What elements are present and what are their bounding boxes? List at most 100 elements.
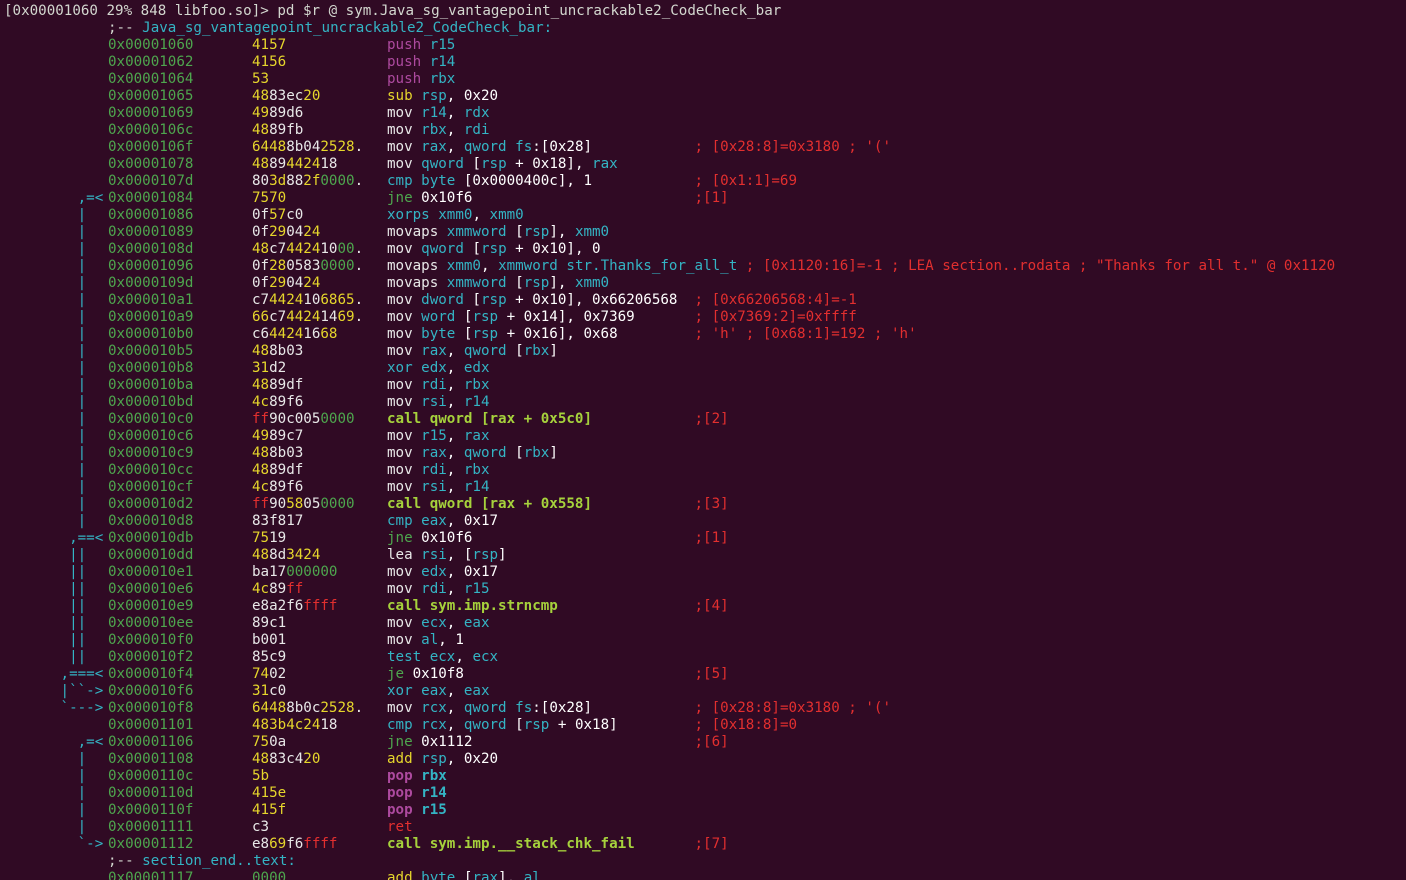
- opcode-bytes: 4889fb: [252, 122, 304, 138]
- instruction-address[interactable]: 0x000010cf: [108, 479, 193, 496]
- instruction-address[interactable]: 0x00001117: [108, 870, 193, 880]
- opcode-bytes: e869f6ffff: [252, 836, 338, 852]
- instruction-address[interactable]: 0x00001112: [108, 836, 193, 853]
- mnemonic: mov: [387, 343, 413, 359]
- branch-arrow: ||: [52, 598, 104, 614]
- instruction-address[interactable]: 0x00001086: [108, 207, 193, 224]
- instruction-address[interactable]: 0x0000106f: [108, 139, 193, 156]
- instruction-text: cmp rcx, qword [rsp + 0x18] ; [0x18:8]=0: [387, 717, 798, 733]
- instruction-address[interactable]: 0x000010cc: [108, 462, 193, 479]
- instruction-address[interactable]: 0x000010e9: [108, 598, 193, 615]
- instruction-address[interactable]: 0x000010d8: [108, 513, 193, 530]
- branch-arrow: ||: [52, 615, 104, 631]
- opcode-bytes: 89c1: [252, 615, 287, 631]
- section-name: section_end..text:: [142, 853, 296, 869]
- instruction-text: mov byte [rsp + 0x16], 0x68 ; 'h' ; [0x6…: [387, 326, 917, 342]
- instruction-address[interactable]: 0x000010ba: [108, 377, 193, 394]
- opcode-bytes: c644241668: [252, 326, 338, 342]
- opcode-bytes: 53: [252, 71, 270, 87]
- instruction-text: mov rsi, r14: [387, 479, 490, 495]
- instruction-address[interactable]: 0x0000109d: [108, 275, 193, 292]
- instruction-address[interactable]: 0x0000110f: [108, 802, 193, 819]
- instruction-address[interactable]: 0x00001089: [108, 224, 193, 241]
- instruction-address[interactable]: 0x00001111: [108, 819, 193, 836]
- instruction-address[interactable]: 0x00001062: [108, 54, 193, 71]
- opcode-bytes: 5b: [252, 768, 270, 784]
- instruction-address[interactable]: 0x0000110c: [108, 768, 193, 785]
- instruction-address[interactable]: 0x000010d2: [108, 496, 193, 513]
- instruction-text: ret: [387, 819, 413, 836]
- instruction-address[interactable]: 0x0000110d: [108, 785, 193, 802]
- instruction-address[interactable]: 0x000010ee: [108, 615, 193, 632]
- opcode-bytes: 4883ec20: [252, 88, 321, 104]
- instruction-text: lea rsi, [rsp]: [387, 547, 507, 563]
- instruction-address[interactable]: 0x0000106c: [108, 122, 193, 139]
- branch-arrow: |: [52, 224, 104, 240]
- instruction-address[interactable]: 0x000010a9: [108, 309, 193, 326]
- instruction-address[interactable]: 0x000010b0: [108, 326, 193, 343]
- instruction-text: cmp byte [0x0000400c], 1 ; [0x1:1]=69: [387, 173, 798, 189]
- mnemonic: push: [387, 71, 422, 87]
- opcode-bytes: 483b4c2418: [252, 717, 338, 733]
- mnemonic: mov: [387, 105, 413, 121]
- instruction-address[interactable]: 0x000010f6: [108, 683, 193, 700]
- instruction-address[interactable]: 0x000010db: [108, 530, 193, 547]
- mnemonic: mov: [387, 700, 413, 716]
- instruction-comment: ; [0x1120:16]=-1 ; LEA section..rodata ;…: [745, 258, 1336, 274]
- mnemonic: mov: [387, 428, 413, 444]
- instruction-address[interactable]: 0x00001078: [108, 156, 193, 173]
- mnemonic: mov: [387, 445, 413, 461]
- terminal-window[interactable]: [0x00001060 29% 848 libfoo.so]> pd $r @ …: [0, 0, 1406, 880]
- instruction-address[interactable]: 0x000010f2: [108, 649, 193, 666]
- instruction-address[interactable]: 0x00001069: [108, 105, 193, 122]
- instruction-address[interactable]: 0x000010f8: [108, 700, 193, 717]
- mnemonic: cmp: [387, 717, 413, 733]
- instruction-address[interactable]: 0x00001065: [108, 88, 193, 105]
- opcode-bytes: 66c744241469.: [252, 309, 364, 325]
- instruction-address[interactable]: 0x000010bd: [108, 394, 193, 411]
- instruction-address[interactable]: 0x000010c9: [108, 445, 193, 462]
- opcode-bytes: 31d2: [252, 360, 287, 376]
- instruction-text: call sym.imp.__stack_chk_fail ;[7]: [387, 836, 729, 852]
- instruction-address[interactable]: 0x00001084: [108, 190, 193, 207]
- instruction-address[interactable]: 0x000010a1: [108, 292, 193, 309]
- mnemonic: mov: [387, 292, 413, 308]
- instruction-address[interactable]: 0x00001064: [108, 71, 193, 88]
- instruction-address[interactable]: 0x000010b8: [108, 360, 193, 377]
- mnemonic: movaps: [387, 275, 439, 291]
- mnemonic: movaps: [387, 224, 439, 240]
- instruction-address[interactable]: 0x000010dd: [108, 547, 193, 564]
- instruction-address[interactable]: 0x0000107d: [108, 173, 193, 190]
- mnemonic: cmp: [387, 513, 413, 529]
- branch-arrow: ||: [52, 547, 104, 563]
- instruction-text: sub rsp, 0x20: [387, 88, 499, 104]
- instruction-address[interactable]: 0x000010b5: [108, 343, 193, 360]
- instruction-address[interactable]: 0x000010c6: [108, 428, 193, 445]
- branch-arrow: |: [52, 496, 104, 512]
- branch-arrow: |: [52, 394, 104, 410]
- opcode-bytes: 0f290424: [252, 224, 321, 240]
- instruction-address[interactable]: 0x000010f0: [108, 632, 193, 649]
- instruction-address[interactable]: 0x00001060: [108, 37, 193, 54]
- instruction-comment: ;[7]: [694, 836, 729, 852]
- instruction-text: mov edx, 0x17: [387, 564, 499, 580]
- instruction-address[interactable]: 0x000010e6: [108, 581, 193, 598]
- instruction-address[interactable]: 0x00001108: [108, 751, 193, 768]
- opcode-bytes: 488b03: [252, 343, 304, 359]
- mnemonic: xorps: [387, 207, 430, 223]
- instruction-address[interactable]: 0x00001096: [108, 258, 193, 275]
- instruction-text: mov qword [rsp + 0x18], rax: [387, 156, 618, 172]
- instruction-address[interactable]: 0x0000108d: [108, 241, 193, 258]
- instruction-comment: ; [0x28:8]=0x3180 ; '(': [694, 139, 892, 155]
- opcode-bytes: 4c89ff: [252, 581, 304, 597]
- instruction-address[interactable]: 0x000010f4: [108, 666, 193, 683]
- opcode-bytes: 85c9: [252, 649, 287, 665]
- instruction-address[interactable]: 0x000010e1: [108, 564, 193, 581]
- opcode-bytes: 4c89f6: [252, 479, 304, 495]
- instruction-address[interactable]: 0x00001106: [108, 734, 193, 751]
- instruction-comment: ; [0x18:8]=0: [694, 717, 798, 733]
- instruction-address[interactable]: 0x000010c0: [108, 411, 193, 428]
- instruction-address[interactable]: 0x00001101: [108, 717, 193, 734]
- mnemonic: mov: [387, 326, 413, 342]
- opcode-bytes: 7570: [252, 190, 287, 206]
